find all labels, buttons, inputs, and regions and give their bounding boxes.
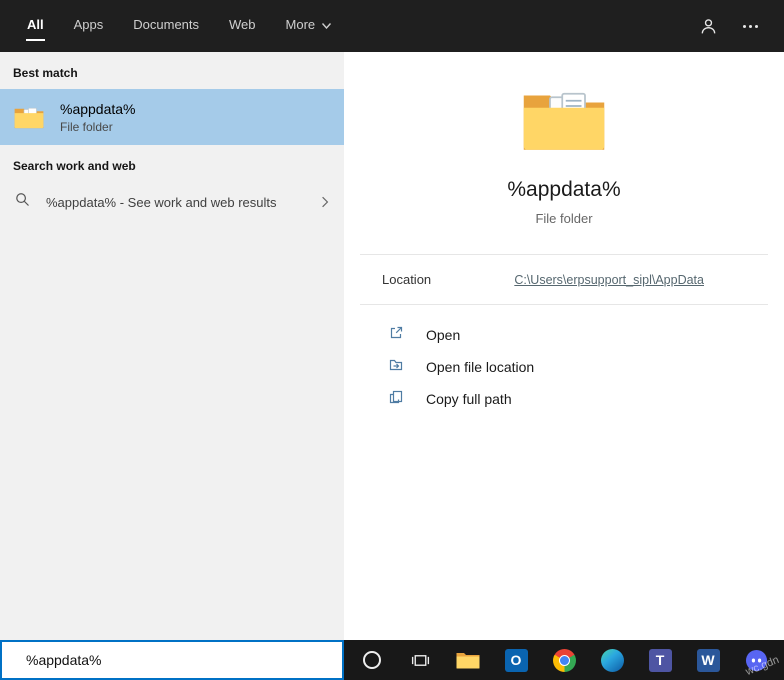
topbar-icons bbox=[700, 0, 784, 52]
tab-more-label: More bbox=[285, 12, 317, 41]
search-box bbox=[0, 640, 344, 680]
location-row: Location C:\Users\erpsupport_sipl\AppDat… bbox=[344, 255, 784, 304]
search-results-panel: Best match %appdata% File folder Search … bbox=[0, 52, 344, 640]
folder-icon-large bbox=[522, 86, 606, 154]
teams-icon[interactable]: T bbox=[640, 640, 680, 680]
search-input[interactable] bbox=[2, 642, 342, 678]
open-icon bbox=[388, 325, 404, 346]
folder-icon bbox=[14, 105, 44, 130]
chrome-icon[interactable] bbox=[544, 640, 584, 680]
copy-full-path-label: Copy full path bbox=[426, 391, 512, 407]
tab-web[interactable]: Web bbox=[214, 0, 271, 52]
outlook-icon[interactable]: O bbox=[496, 640, 536, 680]
task-view-icon[interactable] bbox=[400, 640, 440, 680]
tab-apps-label: Apps bbox=[73, 12, 105, 41]
web-suggestion-text: %appdata% - See work and web results bbox=[46, 195, 277, 210]
best-match-title: %appdata% bbox=[60, 101, 136, 117]
tab-web-label: Web bbox=[228, 12, 257, 41]
best-match-header: Best match bbox=[0, 52, 344, 89]
open-action-label: Open bbox=[426, 327, 460, 343]
best-match-text: %appdata% File folder bbox=[60, 101, 136, 134]
filter-tabs: All Apps Documents Web More bbox=[0, 0, 345, 52]
context-actions: Open Open file location Copy full path bbox=[344, 319, 784, 415]
file-explorer-icon[interactable] bbox=[448, 640, 488, 680]
preview-title: %appdata% bbox=[344, 178, 784, 202]
location-link[interactable]: C:\Users\erpsupport_sipl\AppData bbox=[514, 273, 704, 287]
search-web-header: Search work and web bbox=[0, 145, 344, 182]
word-icon[interactable]: W bbox=[688, 640, 728, 680]
tab-more[interactable]: More bbox=[271, 0, 346, 52]
user-icon[interactable] bbox=[700, 18, 717, 35]
best-match-result[interactable]: %appdata% File folder bbox=[0, 89, 344, 145]
chevron-right-icon[interactable] bbox=[321, 195, 329, 209]
open-file-location-action[interactable]: Open file location bbox=[344, 351, 784, 383]
location-label: Location bbox=[382, 272, 431, 287]
cortana-icon[interactable] bbox=[352, 640, 392, 680]
search-icon bbox=[15, 192, 30, 212]
tab-documents[interactable]: Documents bbox=[118, 0, 214, 52]
tab-apps[interactable]: Apps bbox=[59, 0, 119, 52]
open-file-location-icon bbox=[388, 357, 404, 378]
tab-all[interactable]: All bbox=[12, 0, 59, 52]
divider bbox=[360, 304, 768, 305]
web-suggestion-row[interactable]: %appdata% - See work and web results bbox=[0, 182, 344, 222]
search-filter-bar: All Apps Documents Web More bbox=[0, 0, 784, 52]
discord-icon[interactable] bbox=[736, 640, 776, 680]
best-match-subtitle: File folder bbox=[60, 120, 136, 134]
chevron-down-icon bbox=[322, 23, 331, 29]
edge-icon[interactable] bbox=[592, 640, 632, 680]
copy-icon bbox=[388, 389, 404, 410]
preview-subtitle: File folder bbox=[344, 211, 784, 226]
taskbar: O T W bbox=[344, 640, 784, 680]
open-action[interactable]: Open bbox=[344, 319, 784, 351]
tab-documents-label: Documents bbox=[132, 12, 200, 41]
open-file-location-label: Open file location bbox=[426, 359, 534, 375]
ellipsis-icon[interactable] bbox=[743, 25, 758, 28]
tab-all-label: All bbox=[26, 12, 45, 41]
result-preview-panel: %appdata% File folder Location C:\Users\… bbox=[344, 52, 784, 640]
copy-full-path-action[interactable]: Copy full path bbox=[344, 383, 784, 415]
